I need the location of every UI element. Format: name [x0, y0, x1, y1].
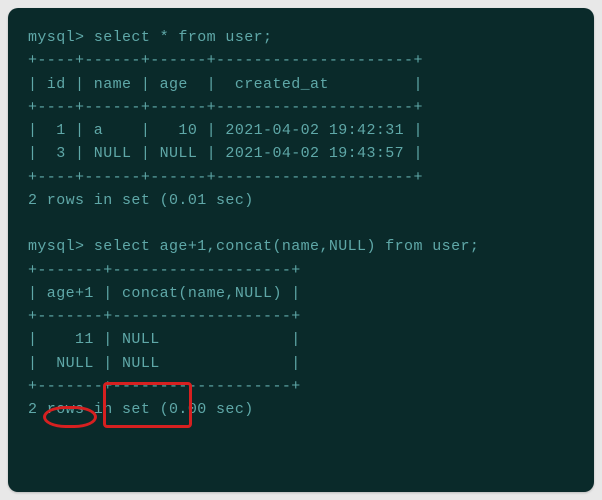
query1-line: mysql> select * from user;: [28, 26, 574, 49]
table1-row: | 3 | NULL | NULL | 2021-04-02 19:43:57 …: [28, 142, 574, 165]
table1-header: | id | name | age | created_at |: [28, 73, 574, 96]
mysql-prompt: mysql>: [28, 238, 94, 255]
table2-row: | 11 | NULL |: [28, 328, 574, 351]
table1-row: | 1 | a | 10 | 2021-04-02 19:42:31 |: [28, 119, 574, 142]
table2-header: | age+1 | concat(name,NULL) |: [28, 282, 574, 305]
table2-sep-mid: +-------+-------------------+: [28, 305, 574, 328]
query2-sql: select age+1,concat(name,NULL) from user…: [94, 238, 479, 255]
table2-sep-bot: +-------+-------------------+: [28, 375, 574, 398]
query2-summary: 2 rows in set (0.00 sec): [28, 398, 574, 421]
table1-sep-mid: +----+------+------+--------------------…: [28, 96, 574, 119]
blank-line: [28, 212, 574, 235]
table2-row: | NULL | NULL |: [28, 352, 574, 375]
mysql-prompt: mysql>: [28, 29, 94, 46]
query2-line: mysql> select age+1,concat(name,NULL) fr…: [28, 235, 574, 258]
table2-sep-top: +-------+-------------------+: [28, 259, 574, 282]
table1-sep-top: +----+------+------+--------------------…: [28, 49, 574, 72]
table1-sep-bot: +----+------+------+--------------------…: [28, 166, 574, 189]
mysql-terminal: mysql> select * from user; +----+------+…: [8, 8, 594, 492]
query1-sql: select * from user;: [94, 29, 273, 46]
query1-summary: 2 rows in set (0.01 sec): [28, 189, 574, 212]
